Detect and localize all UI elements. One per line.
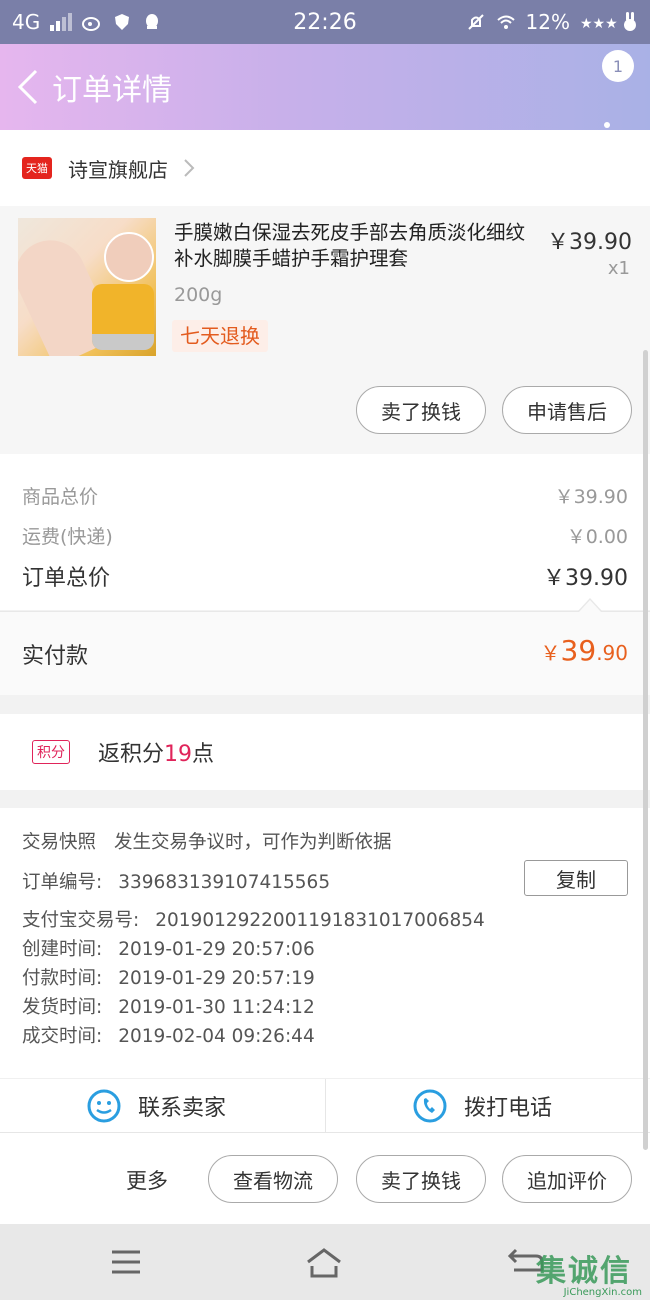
paid-currency: ￥ xyxy=(540,641,561,665)
shop-row[interactable]: 天猫 诗宣旗舰店 xyxy=(0,130,650,206)
view-logistics-button[interactable]: 查看物流 xyxy=(208,1155,338,1203)
alipay-row: 支付宝交易号: 2019012922001191831017006854 xyxy=(22,906,485,932)
alipay-label: 支付宝交易号: xyxy=(22,910,140,931)
points-text: 返积分19点 xyxy=(98,736,214,768)
goods-total-row: 商品总价 ￥39.90 xyxy=(22,482,628,509)
sell-button[interactable]: 卖了换钱 xyxy=(356,386,486,434)
watermark-main: 集诚信 xyxy=(536,1254,632,1289)
points-value: 19 xyxy=(164,742,193,767)
paid-time-row: 付款时间: 2019-01-29 20:57:19 xyxy=(22,964,315,990)
notification-badge[interactable]: 1 xyxy=(602,50,634,82)
add-review-button[interactable]: 追加评价 xyxy=(502,1155,632,1203)
bottom-action-bar: 更多 查看物流 卖了换钱 追加评价 xyxy=(0,1132,650,1224)
contact-seller-label: 联系卖家 xyxy=(138,1096,227,1121)
paid-amount-row: 实付款 ￥39.90 xyxy=(0,611,650,695)
order-total-row: 订单总价 ￥39.90 xyxy=(22,560,628,592)
copy-button[interactable]: 复制 xyxy=(524,860,628,896)
created-label: 创建时间: xyxy=(22,939,103,960)
shop-name[interactable]: 诗宣旗舰店 xyxy=(68,154,168,183)
back-button[interactable] xyxy=(6,44,50,130)
done-time: 2019-02-04 09:26:44 xyxy=(118,1026,315,1047)
shipping-row: 运费(快递) ￥0.00 xyxy=(22,522,628,549)
contact-row: 联系卖家 拨打电话 xyxy=(0,1078,650,1133)
price-summary: 商品总价 ￥39.90 运费(快递) ￥0.00 订单总价 ￥39.90 xyxy=(0,454,650,610)
points-suffix: 点 xyxy=(192,742,215,767)
page-title: 订单详情 xyxy=(52,73,172,108)
order-total-label: 订单总价 xyxy=(22,566,111,591)
system-nav-bar: 集诚信 JiChengXin.com xyxy=(0,1224,650,1300)
done-row: 成交时间: 2019-02-04 09:26:44 xyxy=(22,1022,315,1048)
after-sale-button[interactable]: 申请售后 xyxy=(502,386,632,434)
paid-decimal: .90 xyxy=(596,641,628,665)
sell-button-bottom[interactable]: 卖了换钱 xyxy=(356,1155,486,1203)
menu-icon[interactable] xyxy=(106,1242,146,1282)
contact-seller-button[interactable]: 联系卖家 xyxy=(86,1079,226,1133)
chevron-left-icon xyxy=(17,69,38,105)
divider xyxy=(325,1079,326,1133)
order-number-row: 订单编号: 339683139107415565 xyxy=(22,868,330,894)
done-label: 成交时间: xyxy=(22,1026,103,1047)
call-label: 拨打电话 xyxy=(464,1096,553,1121)
tmall-logo: 天猫 xyxy=(22,157,52,179)
snapshot-row[interactable]: 交易快照 发生交易争议时，可作为判断依据 xyxy=(22,828,392,854)
watermark-sub: JiChengXin.com xyxy=(563,1287,642,1298)
chevron-right-icon xyxy=(184,159,195,177)
order-number: 339683139107415565 xyxy=(118,872,331,893)
status-bar: 4G 22:26 12% ★★★ xyxy=(0,0,650,44)
product-card[interactable]: 手膜嫩白保湿去死皮手部去角质淡化细纹补水脚膜手蜡护手霜护理套 ￥39.90 x1… xyxy=(0,206,650,454)
snapshot-label[interactable]: 交易快照 xyxy=(22,832,96,853)
shipped-row: 发货时间: 2019-01-30 11:24:12 xyxy=(22,993,315,1019)
nav-bar: 订单详情 1 xyxy=(0,44,650,140)
paid-integer: 39 xyxy=(560,634,597,667)
watermark-logo: 集诚信 JiChengXin.com xyxy=(532,1246,646,1298)
return-policy-tag: 七天退换 xyxy=(172,320,268,352)
shipping-value: ￥0.00 xyxy=(566,526,628,548)
points-prefix: 返积分 xyxy=(98,742,165,767)
pointer-triangle-fill xyxy=(579,600,601,612)
paid-time: 2019-01-29 20:57:19 xyxy=(118,968,315,989)
paid-time-label: 付款时间: xyxy=(22,968,103,989)
created-row: 创建时间: 2019-01-29 20:57:06 xyxy=(22,935,315,961)
scrollbar[interactable] xyxy=(643,350,648,1150)
more-button[interactable]: 更多 xyxy=(126,1165,168,1195)
order-total-value: ￥39.90 xyxy=(543,566,628,591)
shipping-label: 运费(快递) xyxy=(22,526,113,548)
product-thumbnail[interactable] xyxy=(18,218,156,356)
clock: 22:26 xyxy=(293,9,357,35)
home-icon[interactable] xyxy=(304,1242,344,1282)
paid-label: 实付款 xyxy=(22,644,89,669)
points-row: 积分 返积分19点 xyxy=(0,714,650,790)
shipped-label: 发货时间: xyxy=(22,997,103,1018)
alipay-number: 2019012922001191831017006854 xyxy=(155,910,485,931)
product-title[interactable]: 手膜嫩白保湿去死皮手部去角质淡化细纹补水脚膜手蜡护手霜护理套 xyxy=(174,220,526,272)
paid-value: ￥39.90 xyxy=(541,634,628,667)
product-price: ￥39.90 xyxy=(547,230,632,255)
snapshot-desc: 发生交易争议时，可作为判断依据 xyxy=(114,832,392,853)
chat-bubble-icon xyxy=(87,1089,121,1123)
phone-icon xyxy=(413,1089,447,1123)
shipped-time: 2019-01-30 11:24:12 xyxy=(118,997,315,1018)
points-badge: 积分 xyxy=(32,740,70,764)
created-time: 2019-01-29 20:57:06 xyxy=(118,939,315,960)
order-info: 交易快照 发生交易争议时，可作为判断依据 订单编号: 339683139107415… xyxy=(0,808,650,1133)
goods-total-label: 商品总价 xyxy=(22,486,99,508)
goods-total-value: ￥39.90 xyxy=(554,486,628,508)
order-number-label: 订单编号: xyxy=(22,872,103,893)
call-button[interactable]: 拨打电话 xyxy=(412,1079,552,1133)
product-quantity: x1 xyxy=(607,258,630,279)
product-sku: 200g xyxy=(174,284,223,306)
